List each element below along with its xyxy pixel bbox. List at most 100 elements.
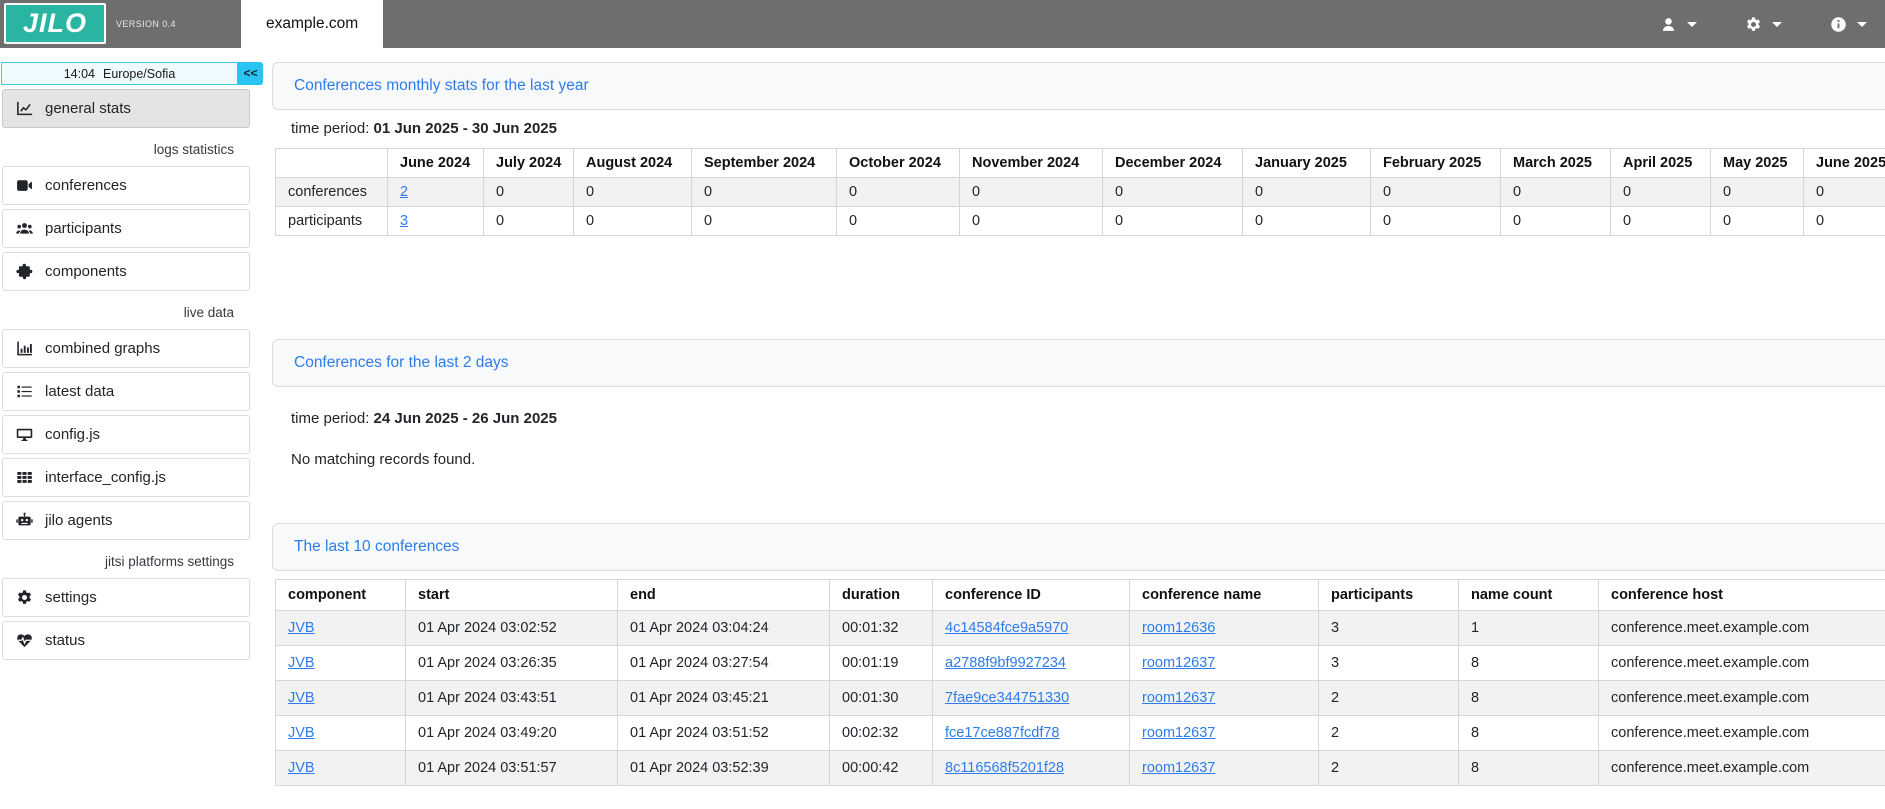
table-cell: 0: [1711, 207, 1804, 236]
table-cell: 0: [837, 207, 960, 236]
table-row: JVB01 Apr 2024 03:49:2001 Apr 2024 03:51…: [276, 716, 1885, 751]
sidebar-item-label: general stats: [45, 100, 131, 117]
table-link[interactable]: JVB: [288, 725, 315, 741]
table-cell: 3: [388, 207, 484, 236]
time-period-value: 24 Jun 2025 - 26 Jun 2025: [374, 410, 557, 427]
table-link[interactable]: 2: [400, 184, 408, 200]
sidebar-item-combined-graphs[interactable]: combined graphs: [2, 329, 250, 368]
sidebar-item-label: participants: [45, 220, 122, 237]
table-link[interactable]: JVB: [288, 690, 315, 706]
sidebar-item-config-js[interactable]: config.js: [2, 415, 250, 454]
table-cell: 0: [1804, 207, 1885, 236]
sidebar-item-components[interactable]: components: [2, 252, 250, 291]
table-cell: room12637: [1130, 646, 1319, 681]
table-link[interactable]: 8c116568f5201f28: [945, 760, 1064, 776]
column-header: conference name: [1130, 580, 1319, 611]
table-cell: 00:00:42: [830, 751, 933, 786]
table-link[interactable]: room12637: [1142, 760, 1215, 776]
column-header: name count: [1459, 580, 1599, 611]
column-header: July 2024: [484, 149, 574, 178]
gear-icon: [16, 589, 33, 606]
table-cell: 3: [1319, 611, 1459, 646]
table-cell: 01 Apr 2024 03:43:51: [406, 681, 618, 716]
app-logo-text: JILO: [23, 8, 87, 39]
sidebar-collapse-button[interactable]: <<: [238, 62, 263, 85]
table-cell: 0: [574, 207, 692, 236]
settings-menu[interactable]: [1745, 15, 1782, 34]
sidebar-item-label: config.js: [45, 426, 100, 443]
table-link[interactable]: JVB: [288, 760, 315, 776]
table-link[interactable]: room12637: [1142, 655, 1215, 671]
table-link[interactable]: JVB: [288, 655, 315, 671]
sidebar-item-label: settings: [45, 589, 97, 606]
sidebar-section-jitsi-platforms-settings: jitsi platforms settings: [2, 554, 234, 569]
table-cell: conference.meet.example.com: [1599, 716, 1885, 751]
tab-example-com[interactable]: example.com: [241, 0, 383, 48]
table-link[interactable]: JVB: [288, 620, 315, 636]
monthly-stats-table: June 2024July 2024August 2024September 2…: [275, 148, 1885, 236]
table-link[interactable]: fce17ce887fcdf78: [945, 725, 1059, 741]
sidebar-item-general-stats[interactable]: general stats: [2, 89, 250, 128]
table-cell: conference.meet.example.com: [1599, 646, 1885, 681]
sidebar-item-jilo-agents[interactable]: jilo agents: [2, 501, 250, 540]
table-cell: 0: [574, 178, 692, 207]
puzzle-piece-icon: [16, 263, 33, 280]
sidebar-item-settings[interactable]: settings: [2, 578, 250, 617]
table-cell: 0: [1611, 207, 1711, 236]
sidebar-item-latest-data[interactable]: latest data: [2, 372, 250, 411]
table-cell: 0: [1371, 178, 1501, 207]
table-cell: conferences: [276, 178, 388, 207]
time-period-value: 01 Jun 2025 - 30 Jun 2025: [374, 120, 557, 137]
last-2-days-time-period: time period: 24 Jun 2025 - 26 Jun 2025: [291, 410, 1885, 427]
table-cell: 0: [1611, 178, 1711, 207]
sidebar-item-label: conferences: [45, 177, 127, 194]
table-cell: 0: [1501, 178, 1611, 207]
last-10-conferences-title-link[interactable]: The last 10 conferences: [294, 538, 459, 556]
column-header: conference ID: [933, 580, 1130, 611]
table-cell: 1: [1459, 611, 1599, 646]
table-cell: 0: [692, 207, 837, 236]
user-menu[interactable]: [1660, 15, 1697, 34]
main-content: Conferences monthly stats for the last y…: [272, 48, 1885, 786]
column-header: participants: [1319, 580, 1459, 611]
table-cell: JVB: [276, 611, 406, 646]
clock-row: 14:04 Europe/Sofia <<: [1, 62, 264, 85]
table-link[interactable]: room12636: [1142, 620, 1215, 636]
sidebar-item-interface-config-js[interactable]: interface_config.js: [2, 458, 250, 497]
column-header: start: [406, 580, 618, 611]
list-icon: [16, 383, 33, 400]
table-cell: 0: [484, 178, 574, 207]
column-header: December 2024: [1103, 149, 1243, 178]
table-cell: 0: [1103, 178, 1243, 207]
table-link[interactable]: 3: [400, 213, 408, 229]
table-cell: 7fae9ce344751330: [933, 681, 1130, 716]
table-cell: a2788f9bf9927234: [933, 646, 1130, 681]
table-cell: 2: [1319, 716, 1459, 751]
table-link[interactable]: a2788f9bf9927234: [945, 655, 1066, 671]
section-last-2-days-header: Conferences for the last 2 days: [272, 339, 1885, 387]
table-link[interactable]: 4c14584fce9a5970: [945, 620, 1068, 636]
table-cell: 0: [1501, 207, 1611, 236]
column-header: August 2024: [574, 149, 692, 178]
sidebar-item-conferences[interactable]: conferences: [2, 166, 250, 205]
table-cell: room12637: [1130, 751, 1319, 786]
info-menu[interactable]: [1830, 15, 1867, 34]
column-header: September 2024: [692, 149, 837, 178]
table-cell: 0: [1243, 178, 1371, 207]
sidebar-item-participants[interactable]: participants: [2, 209, 250, 248]
table-cell: 01 Apr 2024 03:26:35: [406, 646, 618, 681]
table-link[interactable]: room12637: [1142, 725, 1215, 741]
table-link[interactable]: room12637: [1142, 690, 1215, 706]
table-link[interactable]: 7fae9ce344751330: [945, 690, 1069, 706]
sidebar-item-status[interactable]: status: [2, 621, 250, 660]
monthly-stats-title-link[interactable]: Conferences monthly stats for the last y…: [294, 77, 589, 95]
table-cell: 3: [1319, 646, 1459, 681]
column-header: April 2025: [1611, 149, 1711, 178]
table-cell: 8c116568f5201f28: [933, 751, 1130, 786]
table-cell: 01 Apr 2024 03:51:52: [618, 716, 830, 751]
sidebar-item-label: components: [45, 263, 127, 280]
table-cell: room12636: [1130, 611, 1319, 646]
user-icon: [1660, 15, 1677, 34]
column-header: June 2024: [388, 149, 484, 178]
last-2-days-title-link[interactable]: Conferences for the last 2 days: [294, 354, 509, 372]
